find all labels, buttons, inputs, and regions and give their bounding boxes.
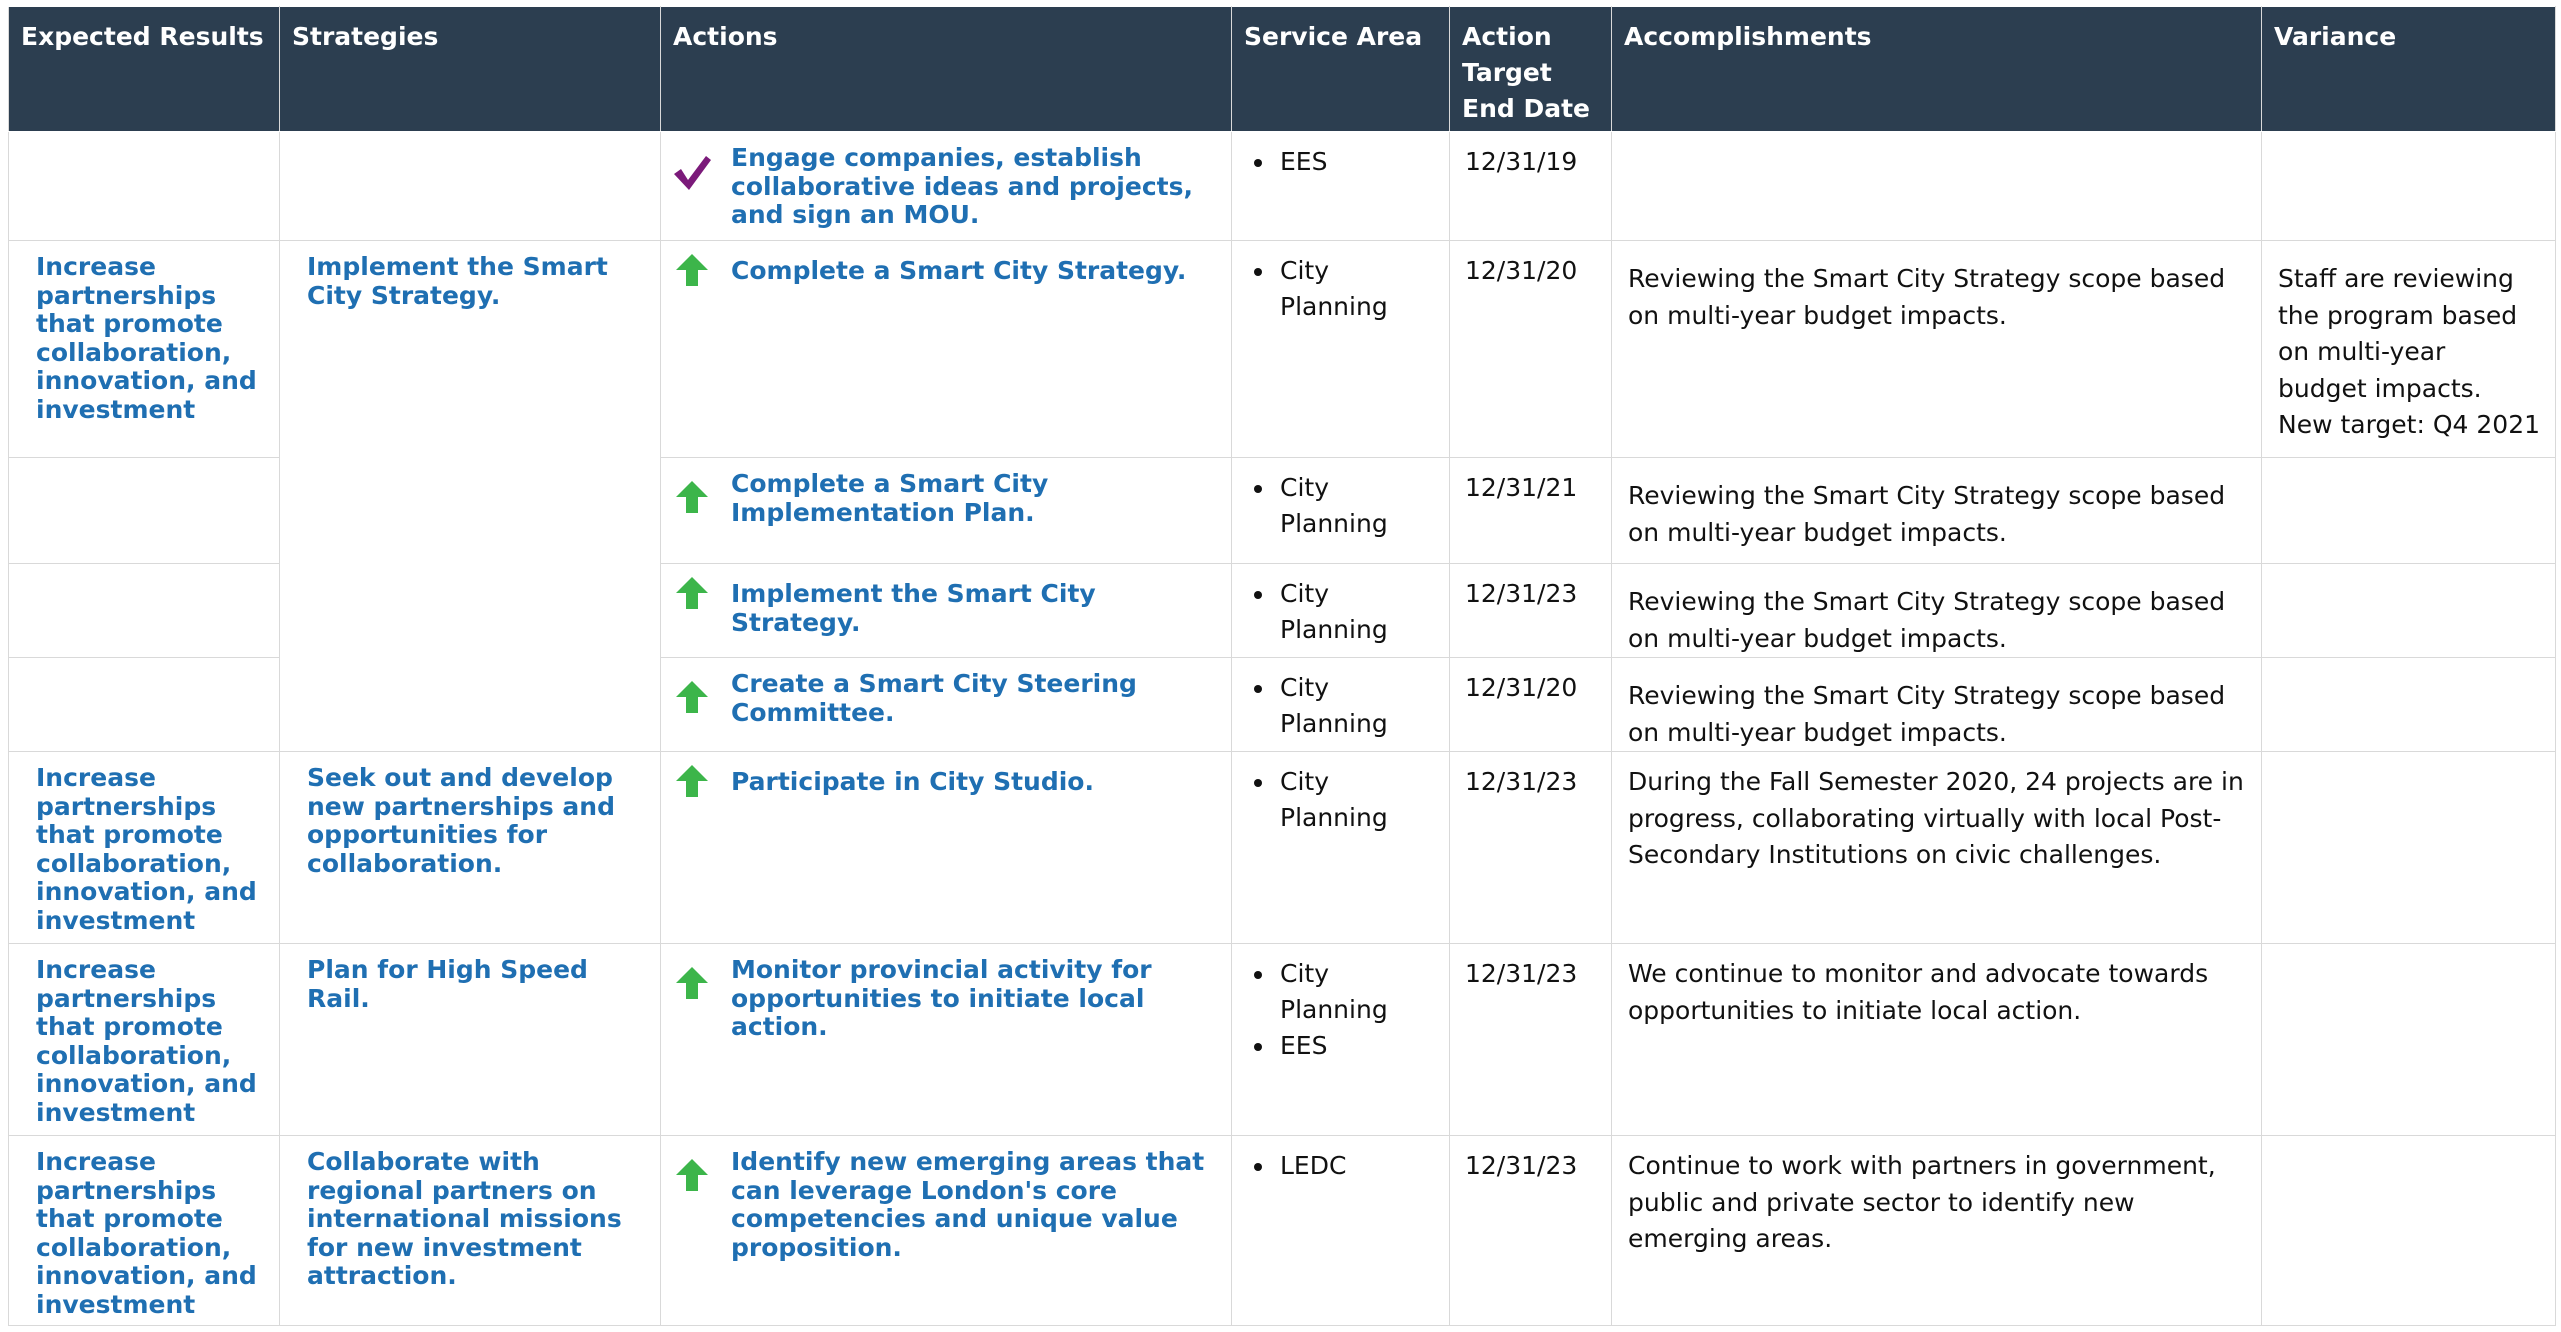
strategy-cell: Plan for High Speed Rail. bbox=[279, 943, 661, 1136]
service-area-item: City Planning bbox=[1254, 670, 1441, 742]
service-area-cell: City Planning bbox=[1231, 240, 1450, 458]
target-date-cell: 12/31/23 bbox=[1449, 1135, 1612, 1326]
service-area-item: EES bbox=[1254, 144, 1441, 180]
header-variance: Variance bbox=[2261, 6, 2556, 132]
service-area-cell: City Planning bbox=[1231, 563, 1450, 658]
expected-result-cell bbox=[8, 657, 280, 752]
variance-cell: Staff are reviewing the program based on… bbox=[2261, 240, 2556, 458]
up-arrow-icon bbox=[671, 470, 713, 514]
variance-cell bbox=[2261, 563, 2556, 658]
service-area-cell: EES bbox=[1231, 131, 1450, 241]
action-cell: Implement the Smart City Strategy. bbox=[660, 563, 1232, 658]
service-area-cell: City Planning bbox=[1231, 657, 1450, 752]
header-service-area: Service Area bbox=[1231, 6, 1450, 132]
accomplishment-cell: Continue to work with partners in govern… bbox=[1611, 1135, 2262, 1326]
action-cell: Monitor provincial activity for opportun… bbox=[660, 943, 1232, 1136]
expected-result-cell: Increase partnerships that promote colla… bbox=[8, 943, 280, 1136]
strategy-cell: Implement the Smart City Strategy. bbox=[279, 240, 661, 752]
strategy-cell: Collaborate with regional partners on in… bbox=[279, 1135, 661, 1326]
accomplishment-cell: We continue to monitor and advocate towa… bbox=[1611, 943, 2262, 1136]
target-date-cell: 12/31/19 bbox=[1449, 131, 1612, 241]
accomplishment-cell bbox=[1611, 131, 2262, 241]
header-target-date: Action Target End Date bbox=[1449, 6, 1612, 132]
variance-cell bbox=[2261, 1135, 2556, 1326]
action-cell: Create a Smart City Steering Committee. bbox=[660, 657, 1232, 752]
target-date-cell: 12/31/23 bbox=[1449, 751, 1612, 944]
expected-result-cell bbox=[8, 457, 280, 564]
header-strategies: Strategies bbox=[279, 6, 661, 132]
service-area-item: City Planning bbox=[1254, 764, 1441, 836]
accomplishment-cell: Reviewing the Smart City Strategy scope … bbox=[1611, 563, 2262, 658]
header-accomplishments: Accomplishments bbox=[1611, 6, 2262, 132]
header-actions: Actions bbox=[660, 6, 1232, 132]
action-cell: Engage companies, establish collaborativ… bbox=[660, 131, 1232, 241]
checkmark-icon bbox=[671, 144, 713, 192]
strategy-cell bbox=[279, 131, 661, 241]
target-date-cell: 12/31/20 bbox=[1449, 240, 1612, 458]
accomplishment-cell: Reviewing the Smart City Strategy scope … bbox=[1611, 240, 2262, 458]
action-cell: Identify new emerging areas that can lev… bbox=[660, 1135, 1232, 1326]
expected-result-cell: Increase partnerships that promote colla… bbox=[8, 240, 280, 458]
action-cell: Participate in City Studio. bbox=[660, 751, 1232, 944]
target-date-cell: 12/31/20 bbox=[1449, 657, 1612, 752]
up-arrow-icon bbox=[671, 764, 713, 798]
target-date-cell: 12/31/23 bbox=[1449, 563, 1612, 658]
header-expected-results: Expected Results bbox=[8, 6, 280, 132]
action-link[interactable]: Implement the Smart City Strategy. bbox=[731, 576, 1221, 637]
service-area-cell: City Planning bbox=[1231, 751, 1450, 944]
accomplishment-cell: During the Fall Semester 2020, 24 projec… bbox=[1611, 751, 2262, 944]
service-area-cell: LEDC bbox=[1231, 1135, 1450, 1326]
variance-cell bbox=[2261, 943, 2556, 1136]
action-link[interactable]: Create a Smart City Steering Committee. bbox=[731, 669, 1221, 727]
service-area-item: City Planning bbox=[1254, 253, 1441, 325]
up-arrow-icon bbox=[671, 670, 713, 714]
service-area-cell: City Planning bbox=[1231, 457, 1450, 564]
action-cell: Complete a Smart City Strategy. bbox=[660, 240, 1232, 458]
table-row: Increase partnerships that promote colla… bbox=[8, 751, 2556, 944]
expected-result-cell bbox=[8, 131, 280, 241]
variance-cell bbox=[2261, 457, 2556, 564]
action-link[interactable]: Engage companies, establish collaborativ… bbox=[731, 143, 1221, 230]
service-area-item: City Planning bbox=[1254, 470, 1441, 542]
action-link[interactable]: Complete a Smart City Implementation Pla… bbox=[731, 469, 1221, 527]
service-area-item: City Planning bbox=[1254, 576, 1441, 648]
service-area-cell: City Planning EES bbox=[1231, 943, 1450, 1136]
action-link[interactable]: Monitor provincial activity for opportun… bbox=[731, 955, 1221, 1042]
table-header-row: Expected Results Strategies Actions Serv… bbox=[8, 6, 2556, 132]
accomplishment-cell: Reviewing the Smart City Strategy scope … bbox=[1611, 457, 2262, 564]
expected-result-cell: Increase partnerships that promote colla… bbox=[8, 1135, 280, 1326]
service-area-item: EES bbox=[1254, 1028, 1441, 1064]
action-link[interactable]: Identify new emerging areas that can lev… bbox=[731, 1147, 1221, 1262]
strategy-cell: Seek out and develop new partnerships an… bbox=[279, 751, 661, 944]
service-area-item: City Planning bbox=[1254, 956, 1441, 1028]
target-date-cell: 12/31/21 bbox=[1449, 457, 1612, 564]
target-date-cell: 12/31/23 bbox=[1449, 943, 1612, 1136]
results-table: Expected Results Strategies Actions Serv… bbox=[8, 6, 2556, 1326]
variance-cell bbox=[2261, 751, 2556, 944]
table-row: Increase partnerships that promote colla… bbox=[8, 240, 2556, 752]
action-cell: Complete a Smart City Implementation Pla… bbox=[660, 457, 1232, 564]
service-area-item: LEDC bbox=[1254, 1148, 1441, 1184]
up-arrow-icon bbox=[671, 956, 713, 1000]
table-row: Increase partnerships that promote colla… bbox=[8, 943, 2556, 1136]
up-arrow-icon bbox=[671, 253, 713, 287]
up-arrow-icon bbox=[671, 1148, 713, 1192]
expected-result-cell: Increase partnerships that promote colla… bbox=[8, 751, 280, 944]
expected-result-cell bbox=[8, 563, 280, 658]
accomplishment-cell: Reviewing the Smart City Strategy scope … bbox=[1611, 657, 2262, 752]
up-arrow-icon bbox=[671, 576, 713, 610]
variance-cell bbox=[2261, 131, 2556, 241]
action-link[interactable]: Participate in City Studio. bbox=[731, 764, 1094, 797]
variance-cell bbox=[2261, 657, 2556, 752]
table-row: Increase partnerships that promote colla… bbox=[8, 1135, 2556, 1326]
action-link[interactable]: Complete a Smart City Strategy. bbox=[731, 253, 1186, 286]
table-row: Engage companies, establish collaborativ… bbox=[8, 131, 2556, 241]
